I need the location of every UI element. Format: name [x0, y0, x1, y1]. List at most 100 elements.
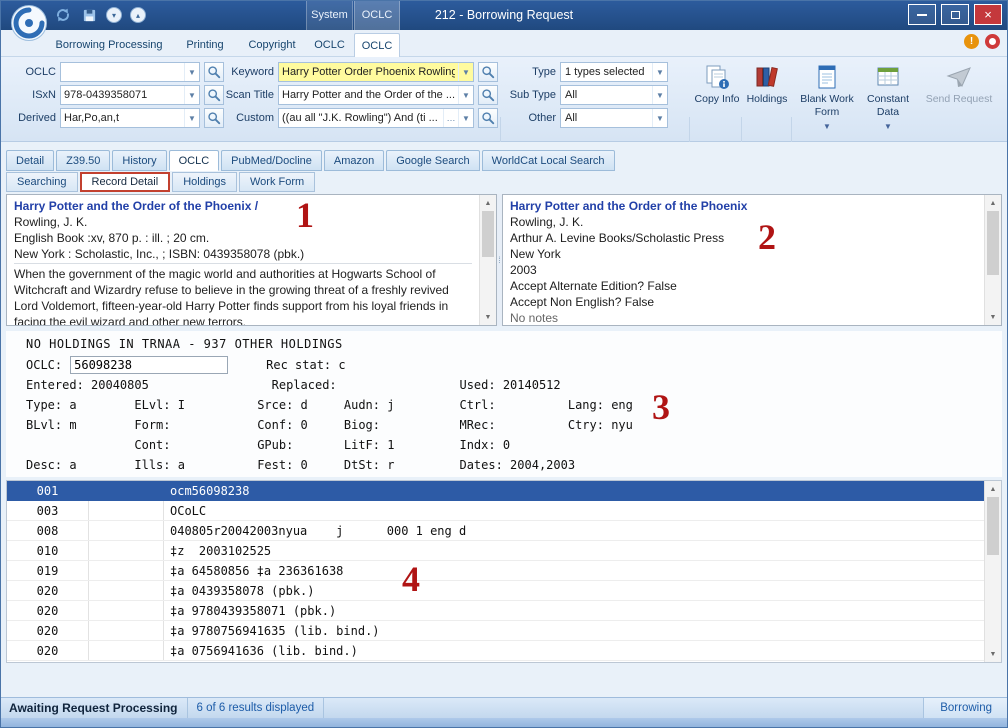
- context-tab-system[interactable]: System: [306, 0, 353, 30]
- chevron-down-icon[interactable]: ▼: [458, 86, 473, 104]
- scrollbar-thumb[interactable]: [987, 497, 999, 555]
- marc-value: ‡a 0756941636 (lib. bind.): [164, 641, 984, 660]
- about-icon[interactable]: [985, 34, 1000, 49]
- marc-value: 040805r20042003nyua j 000 1 eng d: [164, 521, 984, 540]
- chevron-down-icon[interactable]: ▼: [184, 63, 199, 81]
- chevron-down-icon[interactable]: ▼: [652, 86, 667, 104]
- subtab-record-detail[interactable]: Record Detail: [80, 172, 171, 192]
- subtab-work-form[interactable]: Work Form: [239, 172, 315, 192]
- keyword-field-label: Keyword: [218, 66, 274, 78]
- chevron-down-icon[interactable]: ▼: [458, 63, 473, 81]
- ribbon-tab-oclc-system[interactable]: OCLC: [306, 33, 353, 57]
- tab-oclc[interactable]: OCLC: [169, 150, 220, 171]
- custom-search-combo: … ▼: [278, 108, 474, 128]
- keyword-search-button[interactable]: [478, 62, 498, 82]
- ribbon-tab-copyright[interactable]: Copyright: [240, 33, 304, 57]
- scroll-down-icon[interactable]: ▼: [985, 646, 1001, 662]
- marc-tag: 020: [7, 581, 89, 600]
- custom-search-button[interactable]: [478, 108, 498, 128]
- ribbon-help-area: !: [964, 34, 1000, 49]
- tab-worldcat-local-search[interactable]: WorldCat Local Search: [482, 150, 615, 171]
- marc-row[interactable]: 003 OCoLC: [7, 501, 984, 521]
- bib-title: Harry Potter and the Order of the Phoeni…: [14, 198, 472, 214]
- oclc-search-input[interactable]: [61, 63, 184, 81]
- chevron-down-icon[interactable]: ▼: [652, 63, 667, 81]
- title-bar: 212 - Borrowing Request ▾ ▴ System OCLC …: [0, 0, 1008, 30]
- chevron-down-icon[interactable]: ▼: [458, 109, 473, 127]
- scroll-down-icon[interactable]: ▼: [985, 309, 1001, 325]
- scrollbar-thumb[interactable]: [987, 211, 999, 275]
- marc-row[interactable]: 020 ‡a 9780756941635 (lib. bind.): [7, 621, 984, 641]
- ribbon-tab-printing[interactable]: Printing: [175, 33, 235, 57]
- tab-amazon[interactable]: Amazon: [324, 150, 384, 171]
- custom-search-input[interactable]: [279, 109, 443, 127]
- bib-summary: When the government of the magic world a…: [14, 263, 472, 325]
- scan-title-search-button[interactable]: [478, 85, 498, 105]
- copy-info-button[interactable]: Copy Info: [694, 59, 740, 106]
- context-tab-oclc[interactable]: OCLC: [354, 0, 400, 30]
- type-limit-select[interactable]: 1 types selected ▼: [560, 62, 668, 82]
- app-logo-icon[interactable]: [10, 4, 48, 47]
- other-limit-select[interactable]: All ▼: [560, 108, 668, 128]
- close-button[interactable]: ×: [974, 4, 1002, 25]
- save-icon[interactable]: [80, 6, 98, 24]
- scroll-up-icon[interactable]: ▲: [985, 195, 1001, 211]
- quick-access-toolbar: ▾ ▴: [54, 6, 146, 24]
- chevron-down-icon[interactable]: ▼: [652, 109, 667, 127]
- holdings-button[interactable]: Holdings: [744, 59, 790, 106]
- chevron-down-icon[interactable]: ▼: [184, 86, 199, 104]
- tab-detail[interactable]: Detail: [6, 150, 54, 171]
- fixed-field-line: Desc: a Ills: a Fest: 0 DtSt: r Dates: 2…: [26, 455, 1002, 475]
- subtab-holdings[interactable]: Holdings: [172, 172, 237, 192]
- marc-row[interactable]: 020 ‡a 0439358078 (pbk.): [7, 581, 984, 601]
- keyword-search-input[interactable]: [279, 63, 458, 81]
- request-panel-scrollbar[interactable]: ▲ ▼: [984, 195, 1001, 325]
- minimize-button[interactable]: [908, 4, 936, 25]
- scroll-up-icon[interactable]: ▲: [985, 481, 1001, 497]
- marc-row[interactable]: 019 ‡a 64580856 ‡a 236361638: [7, 561, 984, 581]
- marc-tag: 019: [7, 561, 89, 580]
- marc-row[interactable]: 010 ‡z 2003102525: [7, 541, 984, 561]
- marc-tag: 020: [7, 621, 89, 640]
- marc-indicators: [89, 481, 164, 500]
- help-icon[interactable]: !: [964, 34, 979, 49]
- marc-row[interactable]: 020 ‡a 9780439358071 (pbk.): [7, 601, 984, 621]
- derived-search-input[interactable]: [61, 109, 184, 127]
- blank-work-form-button[interactable]: Blank Work Form ▼: [798, 59, 856, 131]
- ellipsis-icon[interactable]: …: [443, 109, 458, 127]
- search-icon: [481, 65, 495, 79]
- constant-data-button[interactable]: Constant Data ▼: [860, 59, 916, 131]
- marc-indicators: [89, 621, 164, 640]
- maximize-button[interactable]: [941, 4, 969, 25]
- scrollbar-thumb[interactable]: [482, 211, 494, 257]
- scroll-down-icon[interactable]: ▼: [480, 309, 496, 325]
- oclc-number-label: OCLC:: [26, 358, 62, 372]
- redo-icon[interactable]: ▴: [130, 7, 146, 23]
- oclc-number-input[interactable]: [70, 356, 228, 374]
- bib-panel-scrollbar[interactable]: ▲ ▼: [479, 195, 496, 325]
- results-count: 6 of 6 results displayed: [188, 698, 325, 718]
- ribbon-tab-oclc[interactable]: OCLC: [354, 33, 400, 57]
- scan-title-search-input[interactable]: [279, 86, 458, 104]
- chevron-down-icon[interactable]: ▼: [184, 109, 199, 127]
- undo-icon[interactable]: ▾: [106, 7, 122, 23]
- scroll-up-icon[interactable]: ▲: [480, 195, 496, 211]
- fixed-field-line: Type: a ELvl: I Srce: d Audn: j Ctrl: La…: [26, 395, 1002, 415]
- search-icon: [481, 88, 495, 102]
- marc-table-scrollbar[interactable]: ▲ ▼: [984, 481, 1001, 662]
- marc-row[interactable]: 020 ‡a 0756941636 (lib. bind.): [7, 641, 984, 661]
- marc-row[interactable]: 008 040805r20042003nyua j 000 1 eng d: [7, 521, 984, 541]
- isxn-search-input[interactable]: [61, 86, 184, 104]
- send-request-button[interactable]: Send Request: [922, 59, 996, 106]
- subtype-limit-select[interactable]: All ▼: [560, 85, 668, 105]
- tab-google-search[interactable]: Google Search: [386, 150, 479, 171]
- tab-history[interactable]: History: [112, 150, 166, 171]
- tab-z3950[interactable]: Z39.50: [56, 150, 110, 171]
- tab-pubmed-docline[interactable]: PubMed/Docline: [221, 150, 322, 171]
- marc-row[interactable]: 001 ocm56098238: [7, 481, 984, 501]
- ribbon-tab-borrowing-processing[interactable]: Borrowing Processing: [50, 33, 168, 57]
- window-bottom-edge: [0, 718, 1008, 728]
- sync-icon[interactable]: [54, 6, 72, 24]
- subtab-searching[interactable]: Searching: [6, 172, 78, 192]
- ribbon-tab-strip: Borrowing Processing Printing Copyright …: [0, 30, 1008, 57]
